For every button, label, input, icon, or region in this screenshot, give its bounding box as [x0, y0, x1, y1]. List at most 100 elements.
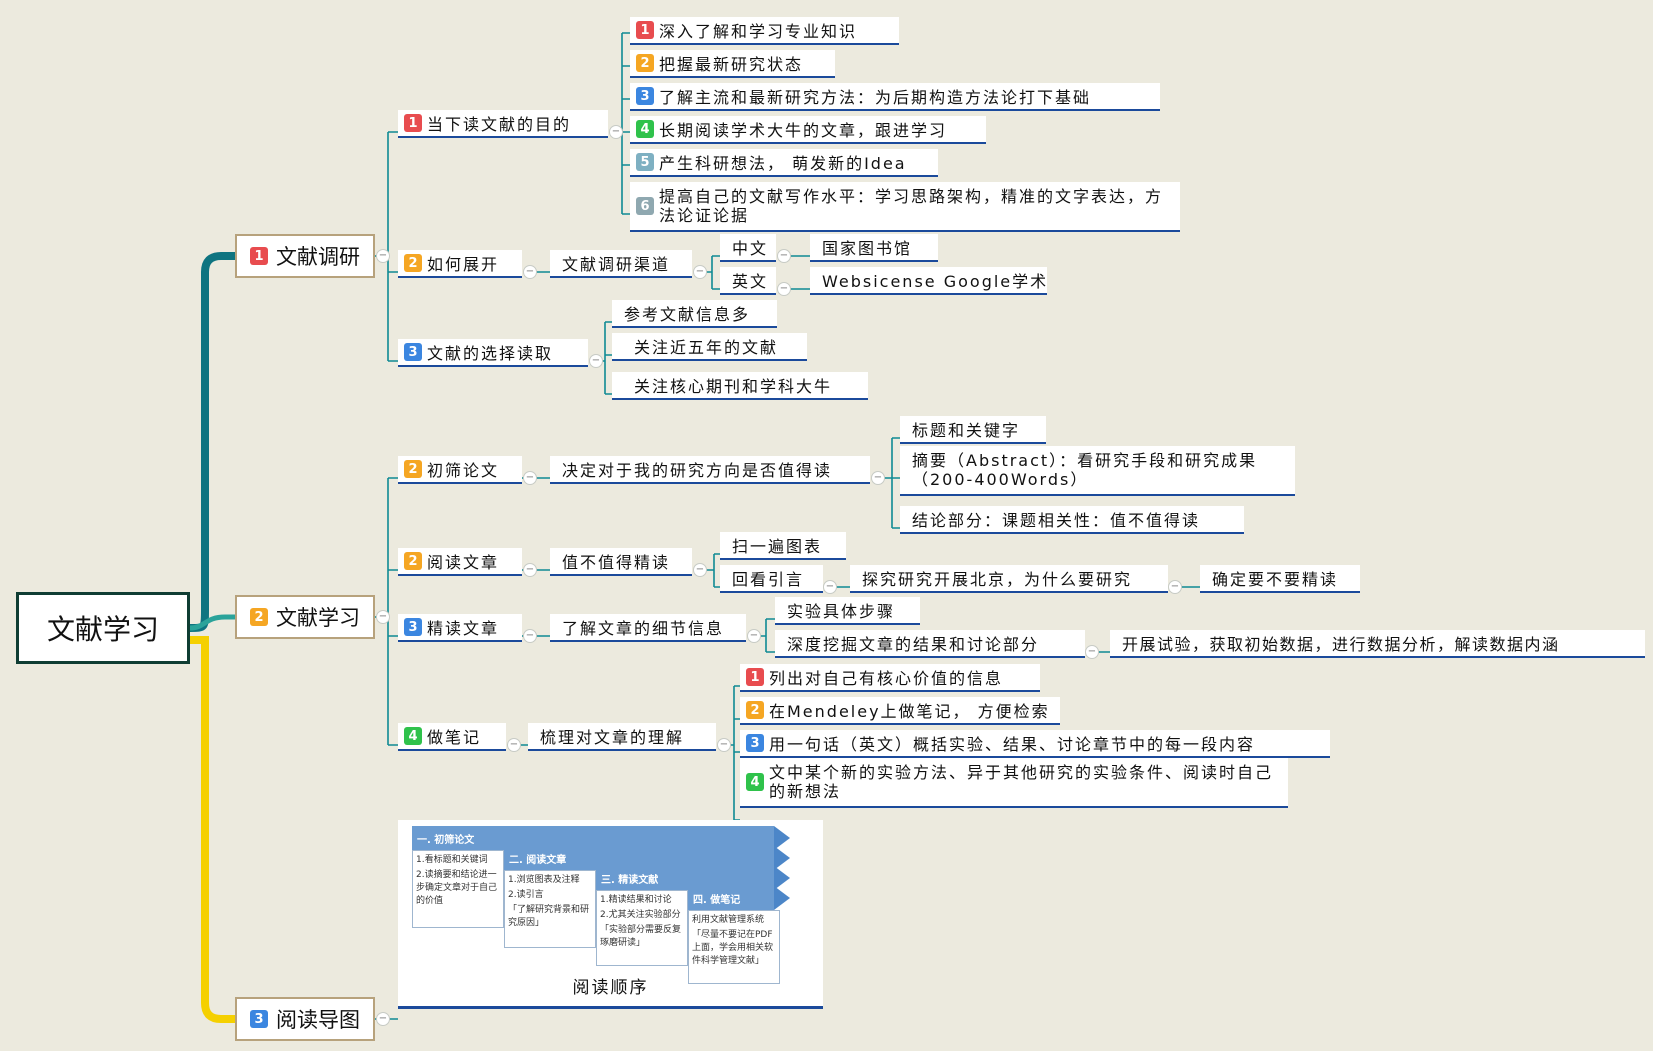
intensive-dig-node[interactable]: 深度挖掘文章的结果和讨论部分 — [775, 630, 1085, 658]
cn-source-node[interactable]: 国家图书馆 — [810, 234, 938, 262]
collapse-toggle-icon[interactable]: − — [693, 563, 707, 577]
collapse-toggle-icon[interactable]: − — [609, 125, 623, 139]
guide-step-4-header: 四. 做笔记 — [688, 886, 774, 910]
select-item-text: 关注近五年的文献 — [634, 338, 779, 357]
purpose-item-2[interactable]: 2 把握最新研究状态 — [630, 50, 835, 78]
collapse-toggle-icon[interactable]: − — [1168, 580, 1182, 594]
screen-item-text: 标题和关键字 — [912, 421, 1021, 440]
purpose-item-3[interactable]: 3 了解主流和最新研究方法：为后期构造方法论打下基础 — [630, 83, 1160, 111]
collapse-toggle-icon[interactable]: − — [589, 354, 603, 368]
en-node[interactable]: 英文 — [720, 267, 776, 295]
purpose-item-6[interactable]: 6 提高自己的文献写作水平：学习思路架构，精准的文字表达，方法论证论据 — [630, 182, 1180, 232]
screen-item-text: 结论部分：课题相关性：值不值得读 — [912, 511, 1201, 530]
screen-item-3[interactable]: 结论部分：课题相关性：值不值得读 — [900, 506, 1244, 534]
notes-item-2[interactable]: 2 在Mendeley上做笔记， 方便检索 — [740, 697, 1060, 725]
en-source-label: Websicense Google学术 — [822, 272, 1049, 291]
intensive-steps-node[interactable]: 实验具体步骤 — [775, 597, 920, 625]
guide-step-1-body: 1.看标题和关键词 2.读摘要和结论进一步确定文章对于自己的价值 — [412, 850, 504, 928]
cn-node[interactable]: 中文 — [720, 234, 776, 262]
collapse-toggle-icon[interactable]: − — [871, 471, 885, 485]
intensive-data-node[interactable]: 开展试验，获取初始数据，进行数据分析，解读数据内涵 — [1110, 630, 1645, 658]
read-refs-node[interactable]: 回看引言 — [720, 565, 823, 593]
select-item-2[interactable]: 关注近五年的文献 — [612, 333, 807, 361]
notes-sort-node[interactable]: 梳理对文章的理解 — [528, 723, 716, 751]
reading-guide-figure[interactable]: 一. 初筛论文 1.看标题和关键词 2.读摘要和结论进一步确定文章对于自己的价值… — [398, 820, 823, 1009]
collapse-toggle-icon[interactable]: − — [376, 1012, 390, 1026]
notes-item-text: 用一句话（英文）概括实验、结果、讨论章节中的每一段内容 — [769, 735, 1256, 754]
collapse-toggle-icon[interactable]: − — [693, 265, 707, 279]
notes-item-1[interactable]: 1 列出对自己有核心价值的信息 — [740, 664, 1040, 692]
priority-4-icon: 4 — [404, 727, 422, 745]
collapse-toggle-icon[interactable]: − — [823, 580, 837, 594]
read-scan-node[interactable]: 扫一遍图表 — [720, 532, 846, 560]
intensive-data-label: 开展试验，获取初始数据，进行数据分析，解读数据内涵 — [1122, 635, 1560, 654]
purpose-item-1[interactable]: 1 深入了解和学习专业知识 — [630, 17, 899, 45]
read-bg-node[interactable]: 探究研究开展北京，为什么要研究 — [850, 565, 1168, 593]
collapse-toggle-icon[interactable]: − — [523, 265, 537, 279]
priority-2-icon: 2 — [250, 608, 268, 626]
select-node[interactable]: 3 文献的选择读取 — [398, 339, 588, 367]
purpose-item-text: 产生科研想法， 萌发新的Idea — [659, 154, 907, 173]
priority-1-icon: 1 — [404, 114, 422, 132]
collapse-toggle-icon[interactable]: − — [1085, 645, 1099, 659]
screen-item-1[interactable]: 标题和关键字 — [900, 416, 1046, 444]
collapse-toggle-icon[interactable]: − — [376, 610, 390, 624]
screen-label: 初筛论文 — [427, 461, 500, 480]
notes-item-3[interactable]: 3 用一句话（英文）概括实验、结果、讨论章节中的每一段内容 — [740, 730, 1330, 758]
read-decide-node[interactable]: 确定要不要精读 — [1200, 565, 1360, 593]
how-node[interactable]: 2 如何展开 — [398, 250, 522, 278]
select-item-3[interactable]: 关注核心期刊和学科大牛 — [612, 372, 868, 400]
read-scan-label: 扫一遍图表 — [732, 537, 823, 556]
collapse-toggle-icon[interactable]: − — [777, 282, 791, 296]
screen-node[interactable]: 2 初筛论文 — [398, 456, 522, 484]
collapse-toggle-icon[interactable]: − — [717, 738, 731, 752]
priority-2-icon: 2 — [404, 552, 422, 570]
read-worth-node[interactable]: 值不值得精读 — [550, 548, 692, 576]
branch-guide[interactable]: 3 阅读导图 — [235, 997, 375, 1041]
priority-6-icon: 6 — [636, 197, 654, 215]
priority-3-icon: 3 — [404, 343, 422, 361]
guide-line: 1.浏览图表及注释 — [508, 875, 580, 885]
collapse-toggle-icon[interactable]: − — [523, 563, 537, 577]
collapse-toggle-icon[interactable]: − — [747, 629, 761, 643]
collapse-toggle-icon[interactable]: − — [777, 249, 791, 263]
priority-4-icon: 4 — [746, 773, 764, 791]
screen-item-2[interactable]: 摘要（Abstract）：看研究手段和研究成果（200-400Words） — [900, 446, 1295, 496]
select-item-text: 参考文献信息多 — [624, 305, 751, 324]
notes-node[interactable]: 4 做笔记 — [398, 723, 506, 751]
arrow-right-icon — [774, 886, 790, 910]
notes-item-4[interactable]: 4 文中某个新的实验方法、异于其他研究的实验条件、阅读时自己的新想法 — [740, 758, 1288, 808]
select-item-1[interactable]: 参考文献信息多 — [612, 300, 777, 328]
guide-step-3-body: 1.精读结果和讨论 2.尤其关注实验部分 「实验部分需要反复琢磨研读」 — [596, 890, 688, 966]
intensive-steps-label: 实验具体步骤 — [787, 602, 896, 621]
branch-guide-label: 阅读导图 — [276, 1008, 360, 1032]
collapse-toggle-icon[interactable]: − — [523, 471, 537, 485]
screen-decide-label: 决定对于我的研究方向是否值得读 — [562, 461, 833, 480]
branch-survey[interactable]: 1 文献调研 — [235, 234, 375, 278]
branch-study[interactable]: 2 文献学习 — [235, 595, 375, 639]
guide-line: 「实验部分需要反复琢磨研读」 — [600, 925, 682, 948]
read-refs-label: 回看引言 — [732, 570, 805, 589]
notes-item-text: 列出对自己有核心价值的信息 — [769, 669, 1004, 688]
guide-line: 2.读摘要和结论进一步确定文章对于自己的价值 — [416, 870, 498, 906]
collapse-toggle-icon[interactable]: − — [507, 738, 521, 752]
en-source-node[interactable]: Websicense Google学术 — [810, 267, 1047, 295]
collapse-toggle-icon[interactable]: − — [376, 249, 390, 263]
read-node[interactable]: 2 阅读文章 — [398, 548, 522, 576]
root-topic[interactable]: 文献学习 — [16, 592, 190, 664]
branch-survey-label: 文献调研 — [276, 245, 360, 269]
purpose-item-text: 深入了解和学习专业知识 — [659, 22, 858, 41]
purpose-node[interactable]: 1 当下读文献的目的 — [398, 110, 608, 138]
intensive-detail-node[interactable]: 了解文章的细节信息 — [550, 614, 746, 642]
priority-3-icon: 3 — [250, 1010, 268, 1028]
purpose-item-4[interactable]: 4 长期阅读学术大牛的文章，跟进学习 — [630, 116, 986, 144]
purpose-item-5[interactable]: 5 产生科研想法， 萌发新的Idea — [630, 149, 938, 177]
purpose-item-text: 了解主流和最新研究方法：为后期构造方法论打下基础 — [659, 88, 1092, 107]
guide-line: 2.尤其关注实验部分 — [600, 910, 681, 920]
select-item-text: 关注核心期刊和学科大牛 — [634, 377, 833, 396]
cn-label: 中文 — [732, 239, 769, 258]
collapse-toggle-icon[interactable]: − — [523, 629, 537, 643]
channel-node[interactable]: 文献调研渠道 — [550, 250, 692, 278]
screen-decide-node[interactable]: 决定对于我的研究方向是否值得读 — [550, 456, 870, 484]
intensive-node[interactable]: 3 精读文章 — [398, 614, 522, 642]
